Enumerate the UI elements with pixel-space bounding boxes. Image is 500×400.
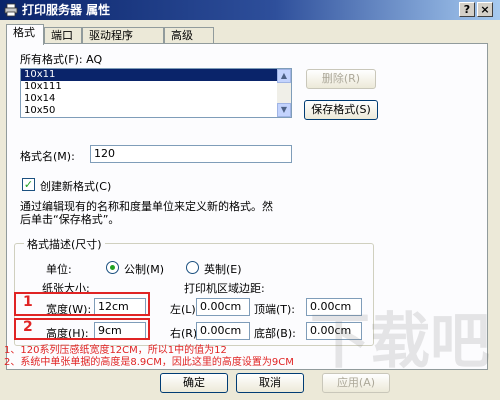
margins-label: 打印机区域边距: <box>184 282 265 295</box>
units-label: 单位: <box>46 263 72 276</box>
format-name-input[interactable]: 120 <box>90 145 292 163</box>
tab-ports[interactable]: 端口 <box>44 27 82 44</box>
annotation-box-height <box>14 318 150 340</box>
properties-window: 打印服务器 属性 ? × 格式 端口 驱动程序 高级 所有格式(F): AQ 1… <box>0 0 500 400</box>
create-new-checkbox[interactable]: ✓ <box>22 178 35 191</box>
watermark-logo: 下载吧 <box>310 307 490 377</box>
list-item[interactable]: 10x50 <box>21 105 291 117</box>
cancel-button[interactable]: 取消 <box>236 373 304 393</box>
help-button[interactable]: ? <box>459 2 475 17</box>
create-new-label: 创建新格式(C) <box>40 180 112 193</box>
top-margin-label: 顶端(T): <box>254 303 296 316</box>
forms-listbox[interactable]: 10x11 10x111 10x14 10x50 ▲ ▼ <box>20 68 292 118</box>
unit-imperial-label: 英制(E) <box>204 263 242 276</box>
close-button[interactable]: × <box>477 2 493 17</box>
all-forms-label: 所有格式(F): AQ <box>20 53 103 66</box>
annotation-box-width <box>14 292 150 316</box>
annotation-mark-1: 1 <box>23 294 33 310</box>
left-margin-input[interactable]: 0.00cm <box>196 298 250 316</box>
list-item[interactable]: 10x11 <box>21 69 291 81</box>
save-format-button[interactable]: 保存格式(S) <box>304 100 378 120</box>
help-text-line2: 后单击“保存格式”。 <box>20 213 120 226</box>
tab-formats[interactable]: 格式 <box>6 24 44 45</box>
tab-advanced[interactable]: 高级 <box>164 27 214 44</box>
title-bar[interactable]: 打印服务器 属性 ? × <box>0 0 500 20</box>
scroll-down-icon[interactable]: ▼ <box>277 103 291 117</box>
group-title: 格式描述(尺寸) <box>24 236 105 252</box>
bottom-margin-label: 底部(B): <box>254 327 296 340</box>
delete-button[interactable]: 删除(R) <box>306 69 376 89</box>
unit-metric-label: 公制(M) <box>124 263 165 276</box>
annotation-mark-2: 2 <box>23 319 33 335</box>
printer-icon <box>4 3 18 17</box>
left-margin-label: 左(L): <box>170 303 200 316</box>
right-margin-input[interactable]: 0.00cm <box>196 322 250 340</box>
window-title: 打印服务器 属性 <box>22 3 111 17</box>
ok-button[interactable]: 确定 <box>160 373 228 393</box>
list-item[interactable]: 10x14 <box>21 93 291 105</box>
format-name-label: 格式名(M): <box>20 150 75 163</box>
annotation-note-2: 2、系统中单张单据的高度是8.9CM，因此这里的高度设置为9CM <box>4 357 294 368</box>
annotation-note-1: 1、120系列压感纸宽度12CM，所以1中的值为12 <box>4 345 227 356</box>
unit-metric-radio[interactable] <box>106 261 119 274</box>
list-scrollbar[interactable]: ▲ ▼ <box>277 69 291 117</box>
list-item[interactable]: 10x111 <box>21 81 291 93</box>
unit-imperial-radio[interactable] <box>186 261 199 274</box>
scroll-up-icon[interactable]: ▲ <box>277 69 291 83</box>
tab-drivers[interactable]: 驱动程序 <box>82 27 164 44</box>
